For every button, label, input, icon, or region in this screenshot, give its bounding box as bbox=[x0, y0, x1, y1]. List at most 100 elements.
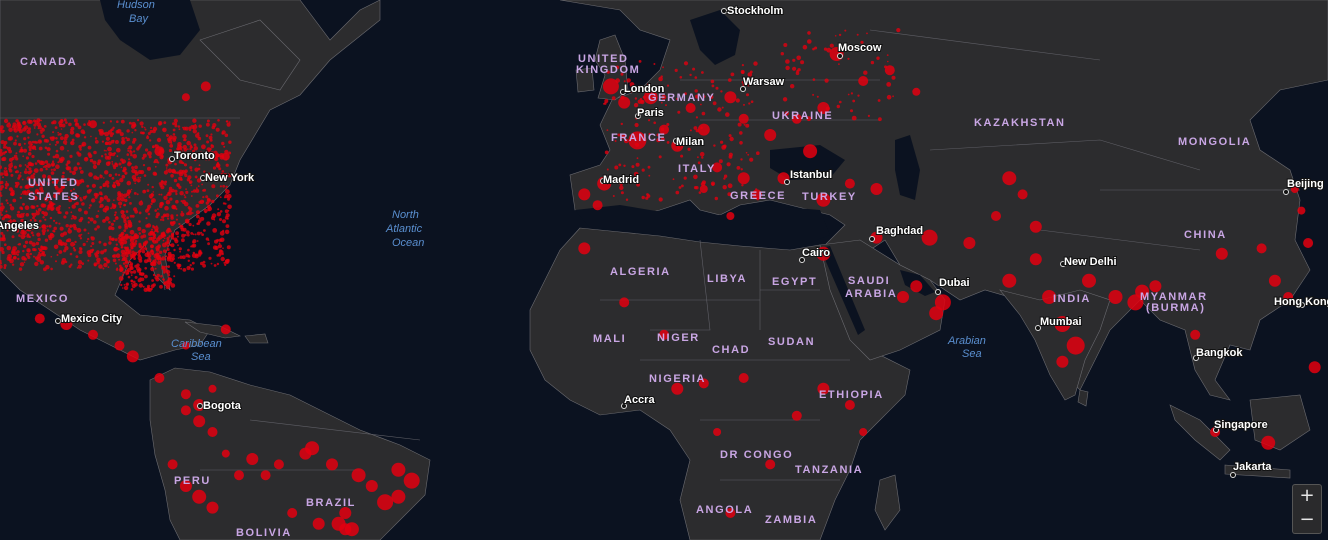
case-marker[interactable] bbox=[991, 211, 1001, 221]
case-marker[interactable] bbox=[921, 229, 938, 246]
case-marker[interactable] bbox=[312, 517, 325, 530]
case-marker[interactable] bbox=[193, 415, 206, 428]
case-marker[interactable] bbox=[331, 516, 346, 531]
city-marker-jakarta[interactable] bbox=[1230, 472, 1236, 478]
case-marker[interactable] bbox=[192, 489, 207, 504]
case-marker[interactable] bbox=[1066, 336, 1085, 355]
case-marker[interactable] bbox=[912, 87, 921, 96]
city-marker-istanbul[interactable] bbox=[784, 179, 790, 185]
case-marker-small bbox=[165, 255, 168, 258]
case-marker[interactable] bbox=[578, 188, 591, 201]
case-marker[interactable] bbox=[963, 237, 976, 249]
case-marker[interactable] bbox=[737, 172, 750, 185]
case-marker[interactable] bbox=[180, 389, 191, 400]
case-marker[interactable] bbox=[114, 340, 125, 351]
zoom-out-button[interactable]: − bbox=[1292, 509, 1322, 534]
case-marker-small bbox=[161, 215, 165, 219]
case-marker[interactable] bbox=[844, 400, 855, 410]
case-marker[interactable] bbox=[713, 428, 722, 436]
case-marker[interactable] bbox=[305, 441, 320, 456]
city-marker-mexico-city[interactable] bbox=[55, 318, 61, 324]
case-marker[interactable] bbox=[391, 462, 406, 477]
zoom-in-button[interactable]: + bbox=[1292, 484, 1322, 510]
case-marker[interactable] bbox=[1029, 220, 1042, 233]
case-marker[interactable] bbox=[344, 522, 359, 537]
case-marker[interactable] bbox=[88, 329, 98, 340]
case-marker[interactable] bbox=[154, 373, 165, 383]
map-canvas[interactable]: CANADA UNITED STATES MEXICO BRAZIL PERU … bbox=[0, 0, 1328, 540]
case-marker[interactable] bbox=[1082, 273, 1096, 288]
case-marker-small bbox=[7, 136, 12, 141]
case-marker[interactable] bbox=[220, 324, 231, 335]
case-marker[interactable] bbox=[207, 427, 218, 437]
case-marker[interactable] bbox=[234, 470, 244, 481]
case-marker[interactable] bbox=[699, 185, 708, 193]
case-marker[interactable] bbox=[1002, 273, 1017, 288]
case-marker[interactable] bbox=[1017, 189, 1028, 200]
case-marker[interactable] bbox=[858, 76, 869, 86]
case-marker[interactable] bbox=[578, 242, 591, 255]
case-marker[interactable] bbox=[844, 178, 855, 189]
case-marker-small bbox=[165, 199, 171, 205]
city-marker-stockholm[interactable] bbox=[721, 8, 727, 14]
case-marker[interactable] bbox=[246, 453, 259, 465]
case-marker[interactable] bbox=[1002, 171, 1017, 186]
case-marker-small bbox=[227, 197, 230, 201]
case-marker[interactable] bbox=[859, 428, 868, 436]
city-marker-beijing[interactable] bbox=[1283, 189, 1289, 195]
case-marker[interactable] bbox=[1256, 243, 1267, 254]
case-marker[interactable] bbox=[365, 480, 378, 492]
case-marker[interactable] bbox=[167, 459, 178, 470]
case-marker[interactable] bbox=[391, 489, 406, 504]
case-marker[interactable] bbox=[738, 113, 749, 124]
case-marker[interactable] bbox=[1056, 355, 1069, 368]
case-marker[interactable] bbox=[1261, 435, 1276, 450]
case-marker[interactable] bbox=[910, 280, 923, 293]
case-marker[interactable] bbox=[181, 93, 190, 102]
case-marker[interactable] bbox=[1215, 247, 1228, 260]
case-marker[interactable] bbox=[726, 212, 735, 220]
case-marker[interactable] bbox=[870, 183, 883, 195]
case-marker[interactable] bbox=[764, 129, 777, 141]
case-marker-small bbox=[104, 211, 107, 213]
case-marker[interactable] bbox=[791, 410, 802, 421]
city-label-bangkok: Bangkok bbox=[1196, 347, 1243, 359]
case-marker[interactable] bbox=[34, 313, 45, 324]
case-marker[interactable] bbox=[326, 458, 338, 471]
case-marker-small bbox=[736, 166, 741, 170]
case-marker[interactable] bbox=[697, 123, 710, 136]
case-marker[interactable] bbox=[724, 91, 737, 104]
case-marker[interactable] bbox=[685, 103, 696, 113]
city-marker-dubai[interactable] bbox=[935, 289, 941, 295]
case-marker[interactable] bbox=[206, 501, 219, 514]
case-marker[interactable] bbox=[1297, 206, 1306, 215]
city-marker-baghdad[interactable] bbox=[869, 236, 875, 242]
city-marker-moscow[interactable] bbox=[837, 53, 843, 59]
case-marker[interactable] bbox=[180, 405, 191, 416]
case-marker[interactable] bbox=[619, 297, 630, 308]
case-marker[interactable] bbox=[929, 306, 944, 321]
case-marker[interactable] bbox=[403, 472, 420, 489]
case-marker[interactable] bbox=[803, 144, 818, 159]
case-marker[interactable] bbox=[287, 508, 298, 518]
world-map[interactable]: CANADA UNITED STATES MEXICO BRAZIL PERU … bbox=[0, 0, 1328, 540]
case-marker[interactable] bbox=[592, 200, 603, 211]
case-marker[interactable] bbox=[221, 449, 230, 458]
case-marker[interactable] bbox=[126, 350, 139, 363]
case-marker[interactable] bbox=[200, 81, 211, 92]
case-marker[interactable] bbox=[1029, 253, 1042, 266]
case-marker[interactable] bbox=[273, 459, 284, 470]
case-marker[interactable] bbox=[1308, 361, 1321, 374]
case-marker[interactable] bbox=[351, 468, 366, 483]
case-marker[interactable] bbox=[208, 384, 217, 393]
case-marker[interactable] bbox=[1268, 274, 1281, 287]
case-marker[interactable] bbox=[897, 291, 909, 303]
case-marker[interactable] bbox=[738, 373, 749, 383]
case-marker[interactable] bbox=[1190, 329, 1201, 340]
case-marker[interactable] bbox=[260, 470, 271, 481]
case-marker-small bbox=[154, 267, 157, 270]
case-marker[interactable] bbox=[1303, 238, 1314, 248]
case-marker[interactable] bbox=[377, 494, 394, 511]
case-marker[interactable] bbox=[1108, 290, 1123, 304]
city-marker-bogota[interactable] bbox=[197, 403, 203, 409]
